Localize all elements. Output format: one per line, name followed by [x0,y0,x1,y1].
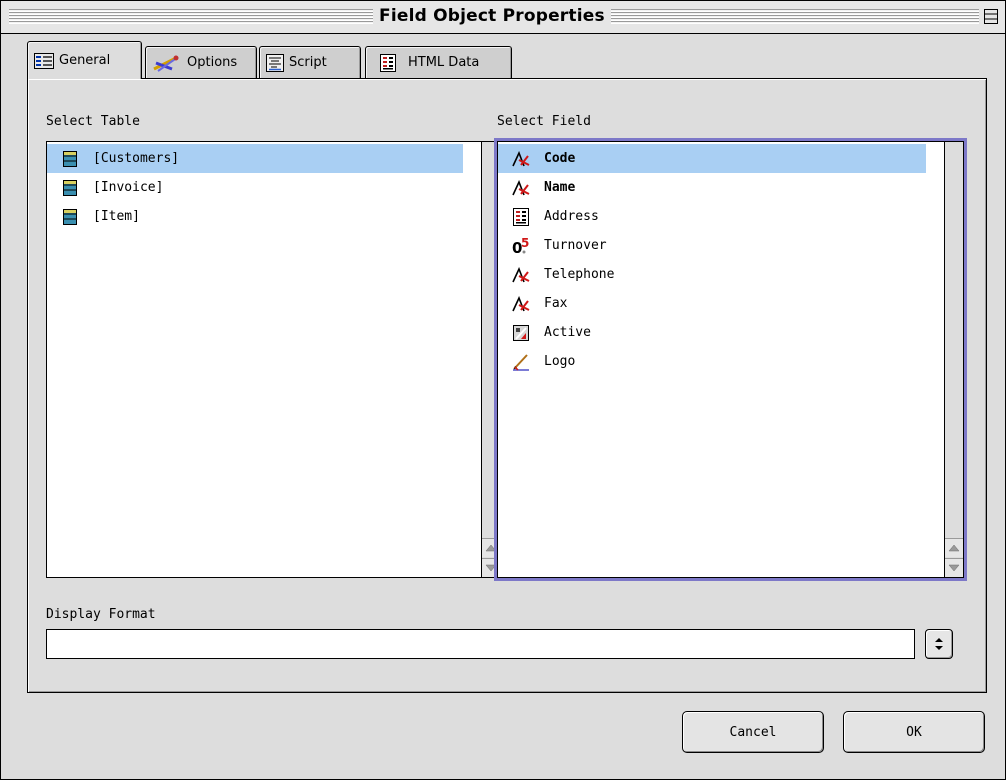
list-item[interactable]: 05 Turnover [498,231,926,260]
table-item-label: [Customers] [93,151,180,166]
html-data-icon [380,53,396,72]
list-item[interactable]: Logo [498,347,926,376]
title-bar[interactable]: Field Object Properties [1,1,1005,34]
field-item-label: Fax [544,296,568,311]
scroll-up-arrow-icon[interactable] [945,538,963,557]
list-item[interactable]: Telephone [498,260,926,289]
dialog-window: Field Object Properties General Options [0,0,1006,780]
field-item-label: Logo [544,354,576,369]
table-icon [61,150,79,168]
window-title: Field Object Properties [373,4,611,28]
display-format-input[interactable] [46,629,915,659]
up-down-arrows-icon [935,638,943,650]
tab-script-label: Script [289,55,327,70]
list-item[interactable]: [Invoice] [47,173,463,202]
collapse-box-icon[interactable] [984,9,998,24]
text-field-icon [512,207,530,226]
tab-html-data-label: HTML Data [408,55,480,70]
select-table-label: Select Table [46,114,140,129]
alpha-field-icon [512,295,530,313]
list-item[interactable]: [Item] [47,202,463,231]
real-field-icon: 05 [512,237,530,255]
tab-options[interactable]: Options [145,46,257,78]
list-item[interactable]: Active [498,318,926,347]
tab-options-label: Options [187,55,238,70]
list-item[interactable]: [Customers] [47,144,463,173]
tab-script[interactable]: Script [259,46,361,78]
field-item-label: Name [544,180,576,195]
tab-html-data[interactable]: HTML Data [365,46,512,78]
general-panel: Select Table Select Field [Customers] [I… [27,78,987,693]
alpha-field-icon [512,266,530,284]
alpha-field-icon [512,150,530,168]
field-list[interactable]: Code Name Address 05 Turnover Telephone … [494,138,967,581]
table-item-label: [Item] [93,209,140,224]
tab-general-label: General [59,53,111,68]
field-item-label: Code [544,151,576,166]
table-item-label: [Invoice] [93,180,164,195]
field-item-label: Telephone [544,267,615,282]
table-list[interactable]: [Customers] [Invoice] [Item] [46,141,501,578]
display-format-popup-button[interactable] [925,629,953,659]
cancel-button[interactable]: Cancel [682,711,824,753]
list-item[interactable]: Code [498,144,926,173]
list-item[interactable]: Fax [498,289,926,318]
field-item-label: Active [544,325,591,340]
script-icon [266,53,284,72]
field-item-label: Turnover [544,238,607,253]
options-icon [153,55,179,72]
field-list-scrollbar[interactable] [944,142,963,577]
picture-field-icon [512,353,530,371]
ok-button[interactable]: OK [843,711,985,753]
alpha-field-icon [512,179,530,197]
display-format-label: Display Format [46,607,156,622]
tab-general[interactable]: General [27,41,142,79]
select-field-label: Select Field [497,114,591,129]
field-item-label: Address [544,209,599,224]
svg-text:5: 5 [521,237,529,250]
general-icon [34,52,54,69]
list-item[interactable]: Address [498,202,926,231]
table-icon [61,179,79,197]
boolean-field-icon [512,324,530,342]
list-item[interactable]: Name [498,173,926,202]
table-icon [61,208,79,226]
scroll-down-arrow-icon[interactable] [945,558,963,577]
